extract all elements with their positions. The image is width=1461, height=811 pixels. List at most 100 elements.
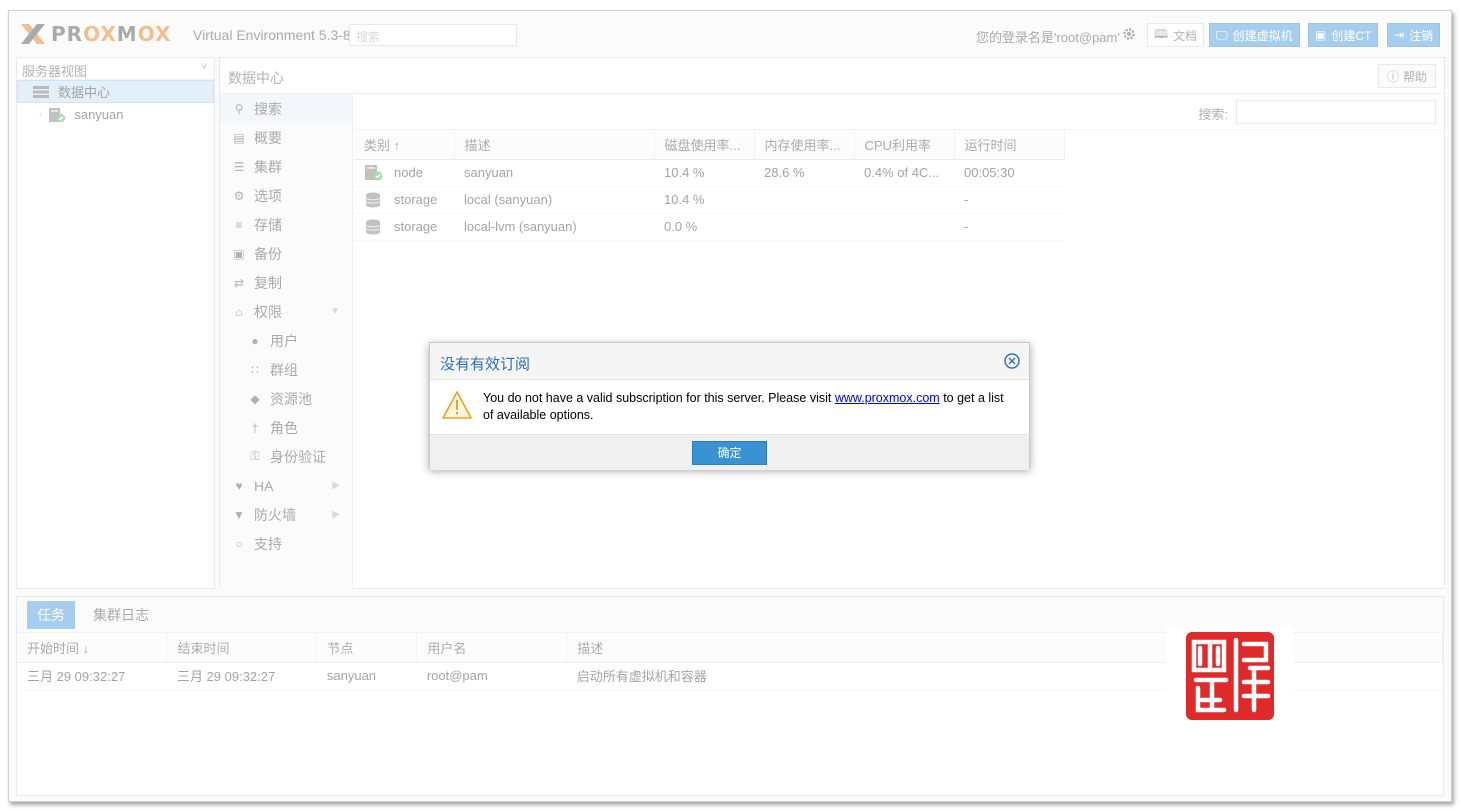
table-row[interactable]: node sanyuan 10.4 % 28.6 % 0.4% of 4C...… xyxy=(354,159,1064,187)
chevron-right-icon: › xyxy=(39,109,43,120)
nav-item-authentication[interactable]: ⚿ 身份验证 xyxy=(220,442,352,471)
question-circle-icon: ⓘ xyxy=(1386,69,1399,84)
nav-item-cluster[interactable]: ☰ 集群 xyxy=(220,152,352,181)
dialog-body: You do not have a valid subscription for… xyxy=(430,380,1029,434)
tree-item-node-sanyuan[interactable]: › sanyuan xyxy=(17,103,214,126)
tab-cluster-log[interactable]: 集群日志 xyxy=(83,601,159,629)
nav-item-label: 复制 xyxy=(254,274,282,291)
nav-item-label: 群组 xyxy=(270,361,298,378)
table-row[interactable]: storage local (sanyuan) 10.4 % - xyxy=(354,186,1064,214)
create-ct-button[interactable]: ▣ 创建CT xyxy=(1308,23,1379,47)
column-header-user[interactable]: 用户名 xyxy=(416,633,568,663)
row-cpu-usage: 0.4% of 4C... xyxy=(854,159,954,187)
row-disk-usage: 0.0 % xyxy=(654,213,754,241)
nav-item-roles[interactable]: † 角色 xyxy=(220,413,352,442)
chevron-right-icon: ▶ xyxy=(332,480,340,491)
help-button[interactable]: ⓘ 帮助 xyxy=(1377,64,1436,88)
users-icon: ∷ xyxy=(251,362,259,377)
nav-item-summary[interactable]: ▤ 概要 xyxy=(220,123,352,152)
gear-icon: ⚙ xyxy=(233,188,245,203)
nav-item-options[interactable]: ⚙ 选项 xyxy=(220,181,352,210)
row-disk-usage: 10.4 % xyxy=(654,186,754,214)
tree-item-label: sanyuan xyxy=(74,107,124,122)
nav-item-label: HA xyxy=(254,477,274,494)
nav-item-replication[interactable]: ⇄ 复制 xyxy=(220,268,352,297)
resource-table: 类别 ↑ 描述 磁盘使用率... 内存使用率... CPU利用率 运行时间 no… xyxy=(354,130,1065,241)
nav-item-groups[interactable]: ∷ 群组 xyxy=(220,355,352,384)
row-memory-usage xyxy=(754,213,854,241)
column-header-memory-usage[interactable]: 内存使用率... xyxy=(754,130,855,160)
user-icon: ● xyxy=(251,333,259,348)
column-header-description[interactable]: 描述 xyxy=(454,130,655,160)
row-description: 启动所有虚拟机和容器 xyxy=(566,662,1443,690)
column-header-uptime[interactable]: 运行时间 xyxy=(954,130,1065,160)
nav-item-storage[interactable]: ≡ 存储 xyxy=(220,210,352,239)
column-header-end-time[interactable]: 结束时间 xyxy=(166,633,318,663)
row-memory-usage xyxy=(754,186,854,214)
server-icon: ☰ xyxy=(233,159,245,174)
page-title-text: 数据中心 xyxy=(228,70,284,86)
dialog-title: 没有有效订阅 xyxy=(440,356,531,373)
nav-item-pools[interactable]: ◆ 资源池 xyxy=(220,384,352,413)
docs-button[interactable]: 🕮 文档 xyxy=(1147,23,1205,47)
tab-tasks[interactable]: 任务 xyxy=(27,600,75,629)
nav-item-permissions[interactable]: ⌂ 权限 ▼ xyxy=(220,297,352,326)
search-label: 搜索: xyxy=(1198,107,1228,122)
nav-item-support[interactable]: ○ 支持 xyxy=(220,529,352,558)
column-header-node[interactable]: 节点 xyxy=(316,633,418,663)
nav-item-label: 权限 xyxy=(254,303,282,320)
row-cpu-usage xyxy=(854,213,954,241)
proxmox-website-link[interactable]: www.proxmox.com xyxy=(835,391,940,405)
nav-item-label: 支持 xyxy=(254,535,282,552)
database-icon: ≡ xyxy=(235,217,243,232)
nav-item-users[interactable]: ● 用户 xyxy=(220,326,352,355)
row-type: node xyxy=(394,165,423,180)
sign-out-icon: ⇥ xyxy=(1394,28,1405,42)
nav-item-label: 角色 xyxy=(270,419,298,436)
resource-search-input[interactable] xyxy=(1236,100,1436,124)
node-online-icon xyxy=(49,107,66,122)
row-description: local (sanyuan) xyxy=(454,186,654,214)
close-icon[interactable] xyxy=(1004,353,1020,369)
column-header-start-time[interactable]: 开始时间 ↓ xyxy=(17,633,168,663)
view-selector[interactable]: 服务器视图 ∨ xyxy=(17,58,214,80)
ok-button[interactable]: 确定 xyxy=(692,440,767,465)
nav-item-ha[interactable]: ♥ HA ▶ xyxy=(220,471,352,500)
nav-item-search[interactable]: ⚲ 搜索 xyxy=(220,94,352,123)
row-description: local-lvm (sanyuan) xyxy=(454,213,654,241)
version-label: Virtual Environment 5.3-8 xyxy=(193,27,351,43)
database-icon xyxy=(365,192,381,207)
create-vm-button[interactable]: 🖵 创建虚拟机 xyxy=(1209,23,1300,47)
key-icon: ⚿ xyxy=(250,449,260,463)
logout-button[interactable]: ⇥ 注销 xyxy=(1387,23,1441,47)
search-icon: ⚲ xyxy=(234,101,244,116)
nav-item-firewall[interactable]: ▼ 防火墙 ▶ xyxy=(220,500,352,529)
chevron-down-icon: ∨ xyxy=(200,61,208,72)
table-row[interactable]: storage local-lvm (sanyuan) 0.0 % - xyxy=(354,213,1064,241)
row-user: root@pam xyxy=(416,662,567,690)
nav-item-backup[interactable]: ▣ 备份 xyxy=(220,239,352,268)
page-title: 数据中心 ⓘ 帮助 xyxy=(220,58,1444,94)
nav-item-label: 身份验证 xyxy=(270,448,326,465)
nav-item-label: 资源池 xyxy=(270,390,312,407)
search-toolbar: 搜索: xyxy=(354,94,1444,130)
tree-item-label: 数据中心 xyxy=(58,85,111,100)
nav-item-label: 选项 xyxy=(254,187,282,204)
desktop-icon: 🖵 xyxy=(1216,27,1228,42)
subscription-dialog: 没有有效订阅 You do not have a valid subscript… xyxy=(429,342,1030,470)
tree-item-datacenter[interactable]: 数据中心 xyxy=(17,80,214,103)
column-header-cpu-usage[interactable]: CPU利用率 xyxy=(854,130,955,160)
global-search-input[interactable]: 搜索 xyxy=(349,24,517,46)
column-header-disk-usage[interactable]: 磁盘使用率... xyxy=(654,130,755,160)
column-header-type[interactable]: 类别 ↑ xyxy=(354,130,455,160)
nav-item-label: 集群 xyxy=(254,158,282,175)
database-icon xyxy=(365,219,381,234)
nav-item-label: 备份 xyxy=(254,245,282,262)
seal-icon xyxy=(1186,632,1274,720)
nav-item-label: 存储 xyxy=(254,216,282,233)
gear-icon[interactable] xyxy=(1122,27,1136,41)
shield-icon: ▼ xyxy=(233,507,245,522)
male-icon: † xyxy=(251,420,259,435)
column-header-description[interactable]: 描述 xyxy=(566,633,1443,663)
proxmox-logo: PROXMOX xyxy=(19,22,171,46)
